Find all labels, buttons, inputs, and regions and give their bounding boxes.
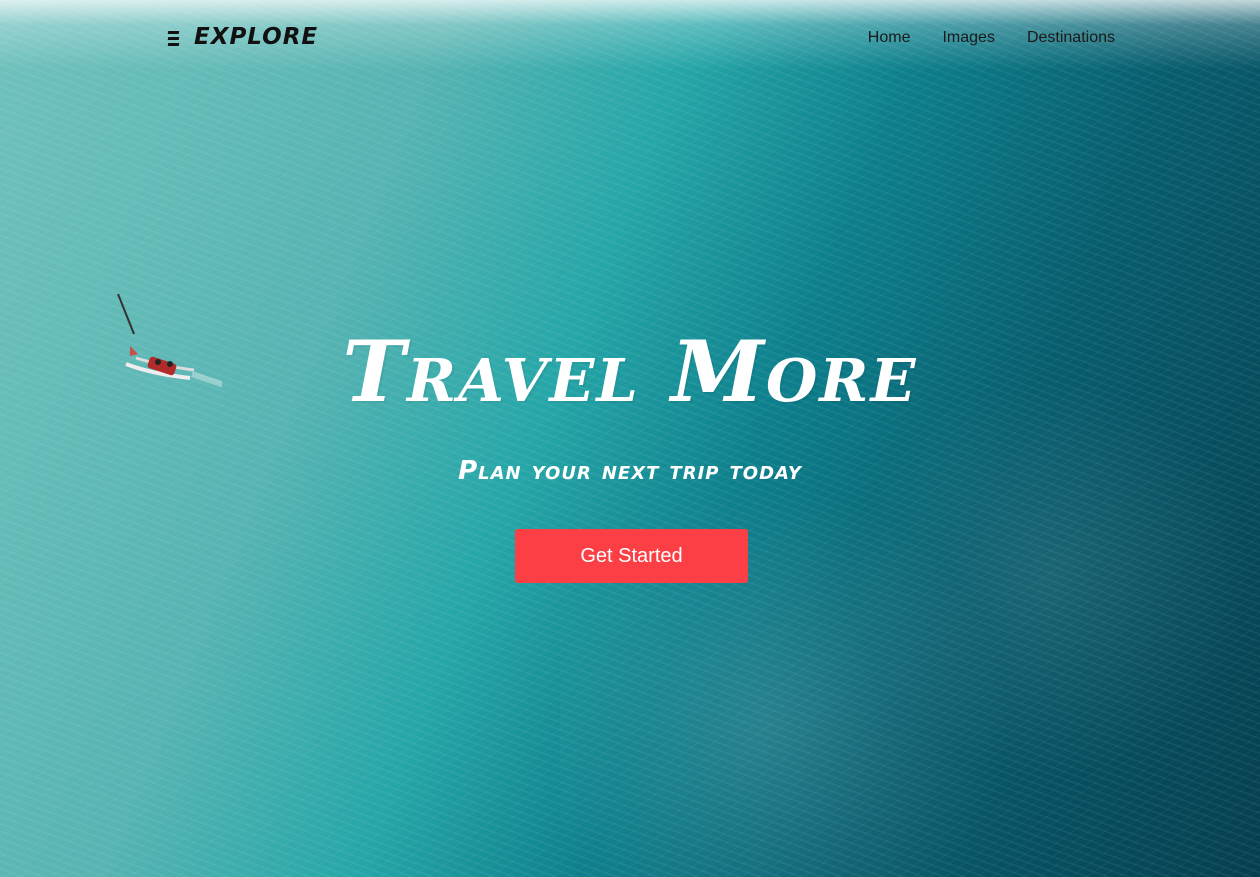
hamburger-menu-icon[interactable] — [167, 29, 182, 46]
nav-links: Home Images Destinations — [868, 29, 1115, 47]
brand-name: EXPLORE — [194, 24, 319, 50]
hero-background — [0, 0, 1260, 877]
nav-link-home[interactable]: Home — [868, 29, 911, 47]
hero-subtitle: Plan your next trip today — [458, 456, 802, 486]
nav-link-images[interactable]: Images — [942, 29, 994, 47]
brand-logo[interactable]: EXPLORE — [167, 24, 319, 50]
water-sparkle — [560, 377, 1260, 877]
hero-title: Travel More — [342, 322, 918, 421]
nav-link-destinations[interactable]: Destinations — [1027, 29, 1115, 47]
get-started-button[interactable]: Get Started — [515, 529, 748, 583]
top-navbar: EXPLORE Home Images Destinations — [0, 0, 1260, 78]
